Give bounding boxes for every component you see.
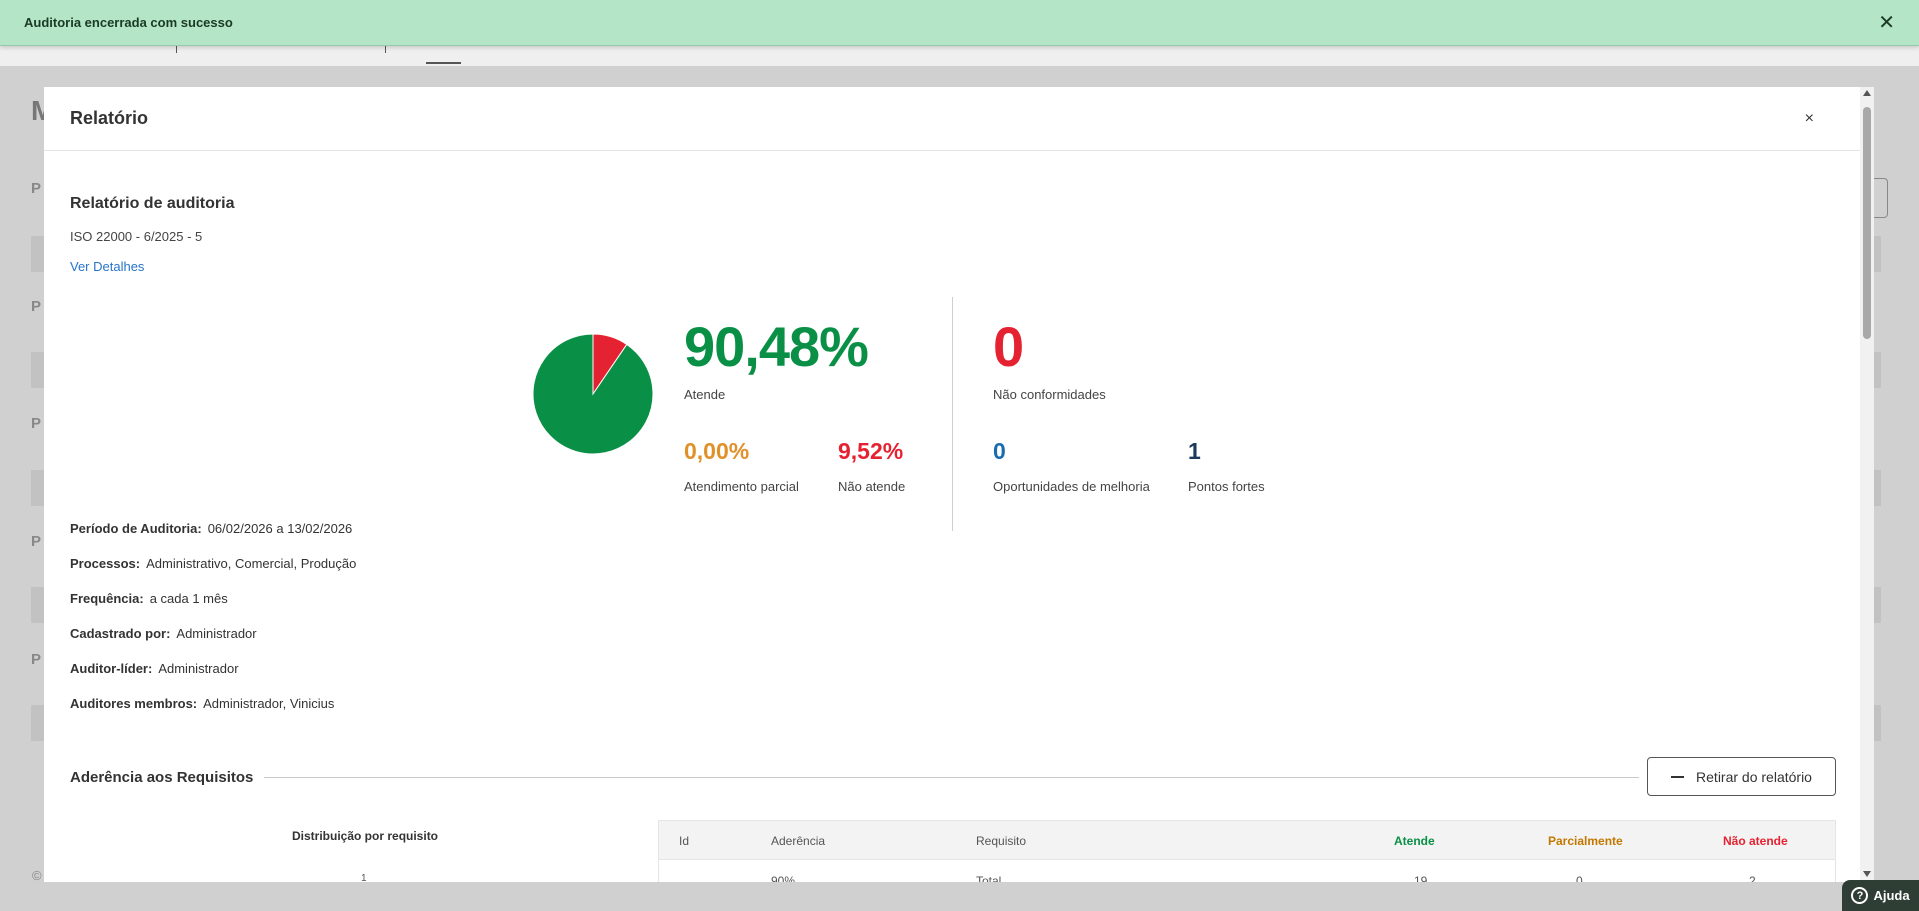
om-count: 0 [993,438,1006,464]
scroll-down-arrow-icon[interactable] [1863,871,1871,877]
success-toast: Auditoria encerrada com sucesso ✕ [0,0,1919,46]
scroll-up-arrow-icon[interactable] [1863,90,1871,96]
report-subtitle: ISO 22000 - 6/2025 - 5 [70,229,203,244]
info-row-frequencia: Frequência: a cada 1 mês [70,591,228,606]
header-aderencia[interactable]: Aderência [771,834,825,848]
modal-header: Relatório × [44,87,1860,151]
info-value: Administrador [158,661,239,676]
nc-label: Não conformidades [993,387,1106,402]
info-label: Período de Auditoria: [70,521,202,536]
parcial-label: Atendimento parcial [684,479,799,494]
info-row-processos: Processos: Administrativo, Comercial, Pro… [70,556,356,571]
info-value: Administrativo, Comercial, Produção [146,556,357,571]
info-label: Frequência: [70,591,144,606]
background-row-label: P [31,415,42,432]
background-tab-underline [426,62,461,64]
cell-nao: 2 [1749,874,1756,882]
help-button[interactable]: ? Ajuda [1842,880,1919,911]
info-value: Administrador [176,626,257,641]
info-row-auditor-lider: Auditor-líder: Administrador [70,661,239,676]
table-row: 90% Total 19 0 2 [658,860,1836,882]
info-label: Auditores membros: [70,696,198,711]
report-modal: Relatório × Relatório de auditoria ISO 2… [44,87,1860,882]
remove-from-report-button[interactable]: Retirar do relatório [1647,757,1836,796]
header-requisito[interactable]: Requisito [976,834,1026,848]
toast-message: Auditoria encerrada com sucesso [24,15,233,30]
info-value: a cada 1 mês [149,591,228,606]
background-row-label: P [31,298,42,315]
info-row-auditores: Auditores membros: Administrador, Viniciu… [70,696,334,711]
question-icon: ? [1851,887,1869,904]
modal-scrollbar[interactable] [1860,87,1874,882]
stats-divider [952,297,953,531]
info-row-cadastrado: Cadastrado por: Administrador [70,626,257,641]
nao-atende-label: Não atende [838,479,906,494]
adherence-divider [264,777,1639,778]
cell-atende: 19 [1414,874,1428,882]
info-label: Processos: [70,556,141,571]
background-row-label: P [31,533,42,550]
header-parcialmente[interactable]: Parcialmente [1548,834,1623,848]
cell-aderencia: 90% [771,874,796,882]
help-label: Ajuda [1873,888,1910,903]
cell-requisito: Total [976,874,1002,882]
table-header: Id Aderência Requisito Atende Parcialmen… [658,820,1836,860]
header-id[interactable]: Id [679,834,689,848]
scroll-thumb[interactable] [1863,107,1871,339]
modal-close-icon[interactable]: × [1805,110,1814,128]
background-footer: © [32,868,42,883]
close-icon[interactable]: ✕ [1878,13,1895,33]
atende-label: Atende [684,387,726,402]
info-value: 06/02/2026 a 13/02/2026 [207,521,353,536]
om-label: Oportunidades de melhoria [993,479,1150,494]
report-section-title: Relatório de auditoria [70,195,235,212]
details-link[interactable]: Ver Detalhes [70,259,144,274]
nao-atende-percentage: 9,52% [838,438,904,464]
requirements-table: Id Aderência Requisito Atende Parcialmen… [658,820,1836,882]
pie-slice-atende [532,333,654,455]
info-label: Auditor-líder: [70,661,153,676]
pf-count: 1 [1188,438,1201,464]
distribution-tick: 1 [361,873,367,882]
header-atende[interactable]: Atende [1394,834,1435,848]
atende-percentage: 90,48% [684,315,869,378]
parcial-percentage: 0,00% [684,438,750,464]
adherence-title: Aderência aos Requisitos [70,769,254,786]
info-row-periodo: Período de Auditoria: 06/02/2026 a 13/02/… [70,521,352,536]
modal-title: Relatório [70,108,149,128]
nc-count: 0 [993,315,1025,378]
pf-label: Pontos fortes [1188,479,1265,494]
minus-icon [1671,775,1685,778]
adherence-pie-chart [532,333,654,455]
distribution-title: Distribuição por requisito [292,829,439,843]
info-label: Cadastrado por: [70,626,171,641]
cell-parcial: 0 [1576,874,1583,882]
info-value: Administrador, Vinicius [203,696,335,711]
background-row-label: P [31,651,42,668]
header-nao-atende[interactable]: Não atende [1723,834,1788,848]
background-row-label: P [31,180,42,197]
remove-button-label: Retirar do relatório [1696,768,1812,785]
